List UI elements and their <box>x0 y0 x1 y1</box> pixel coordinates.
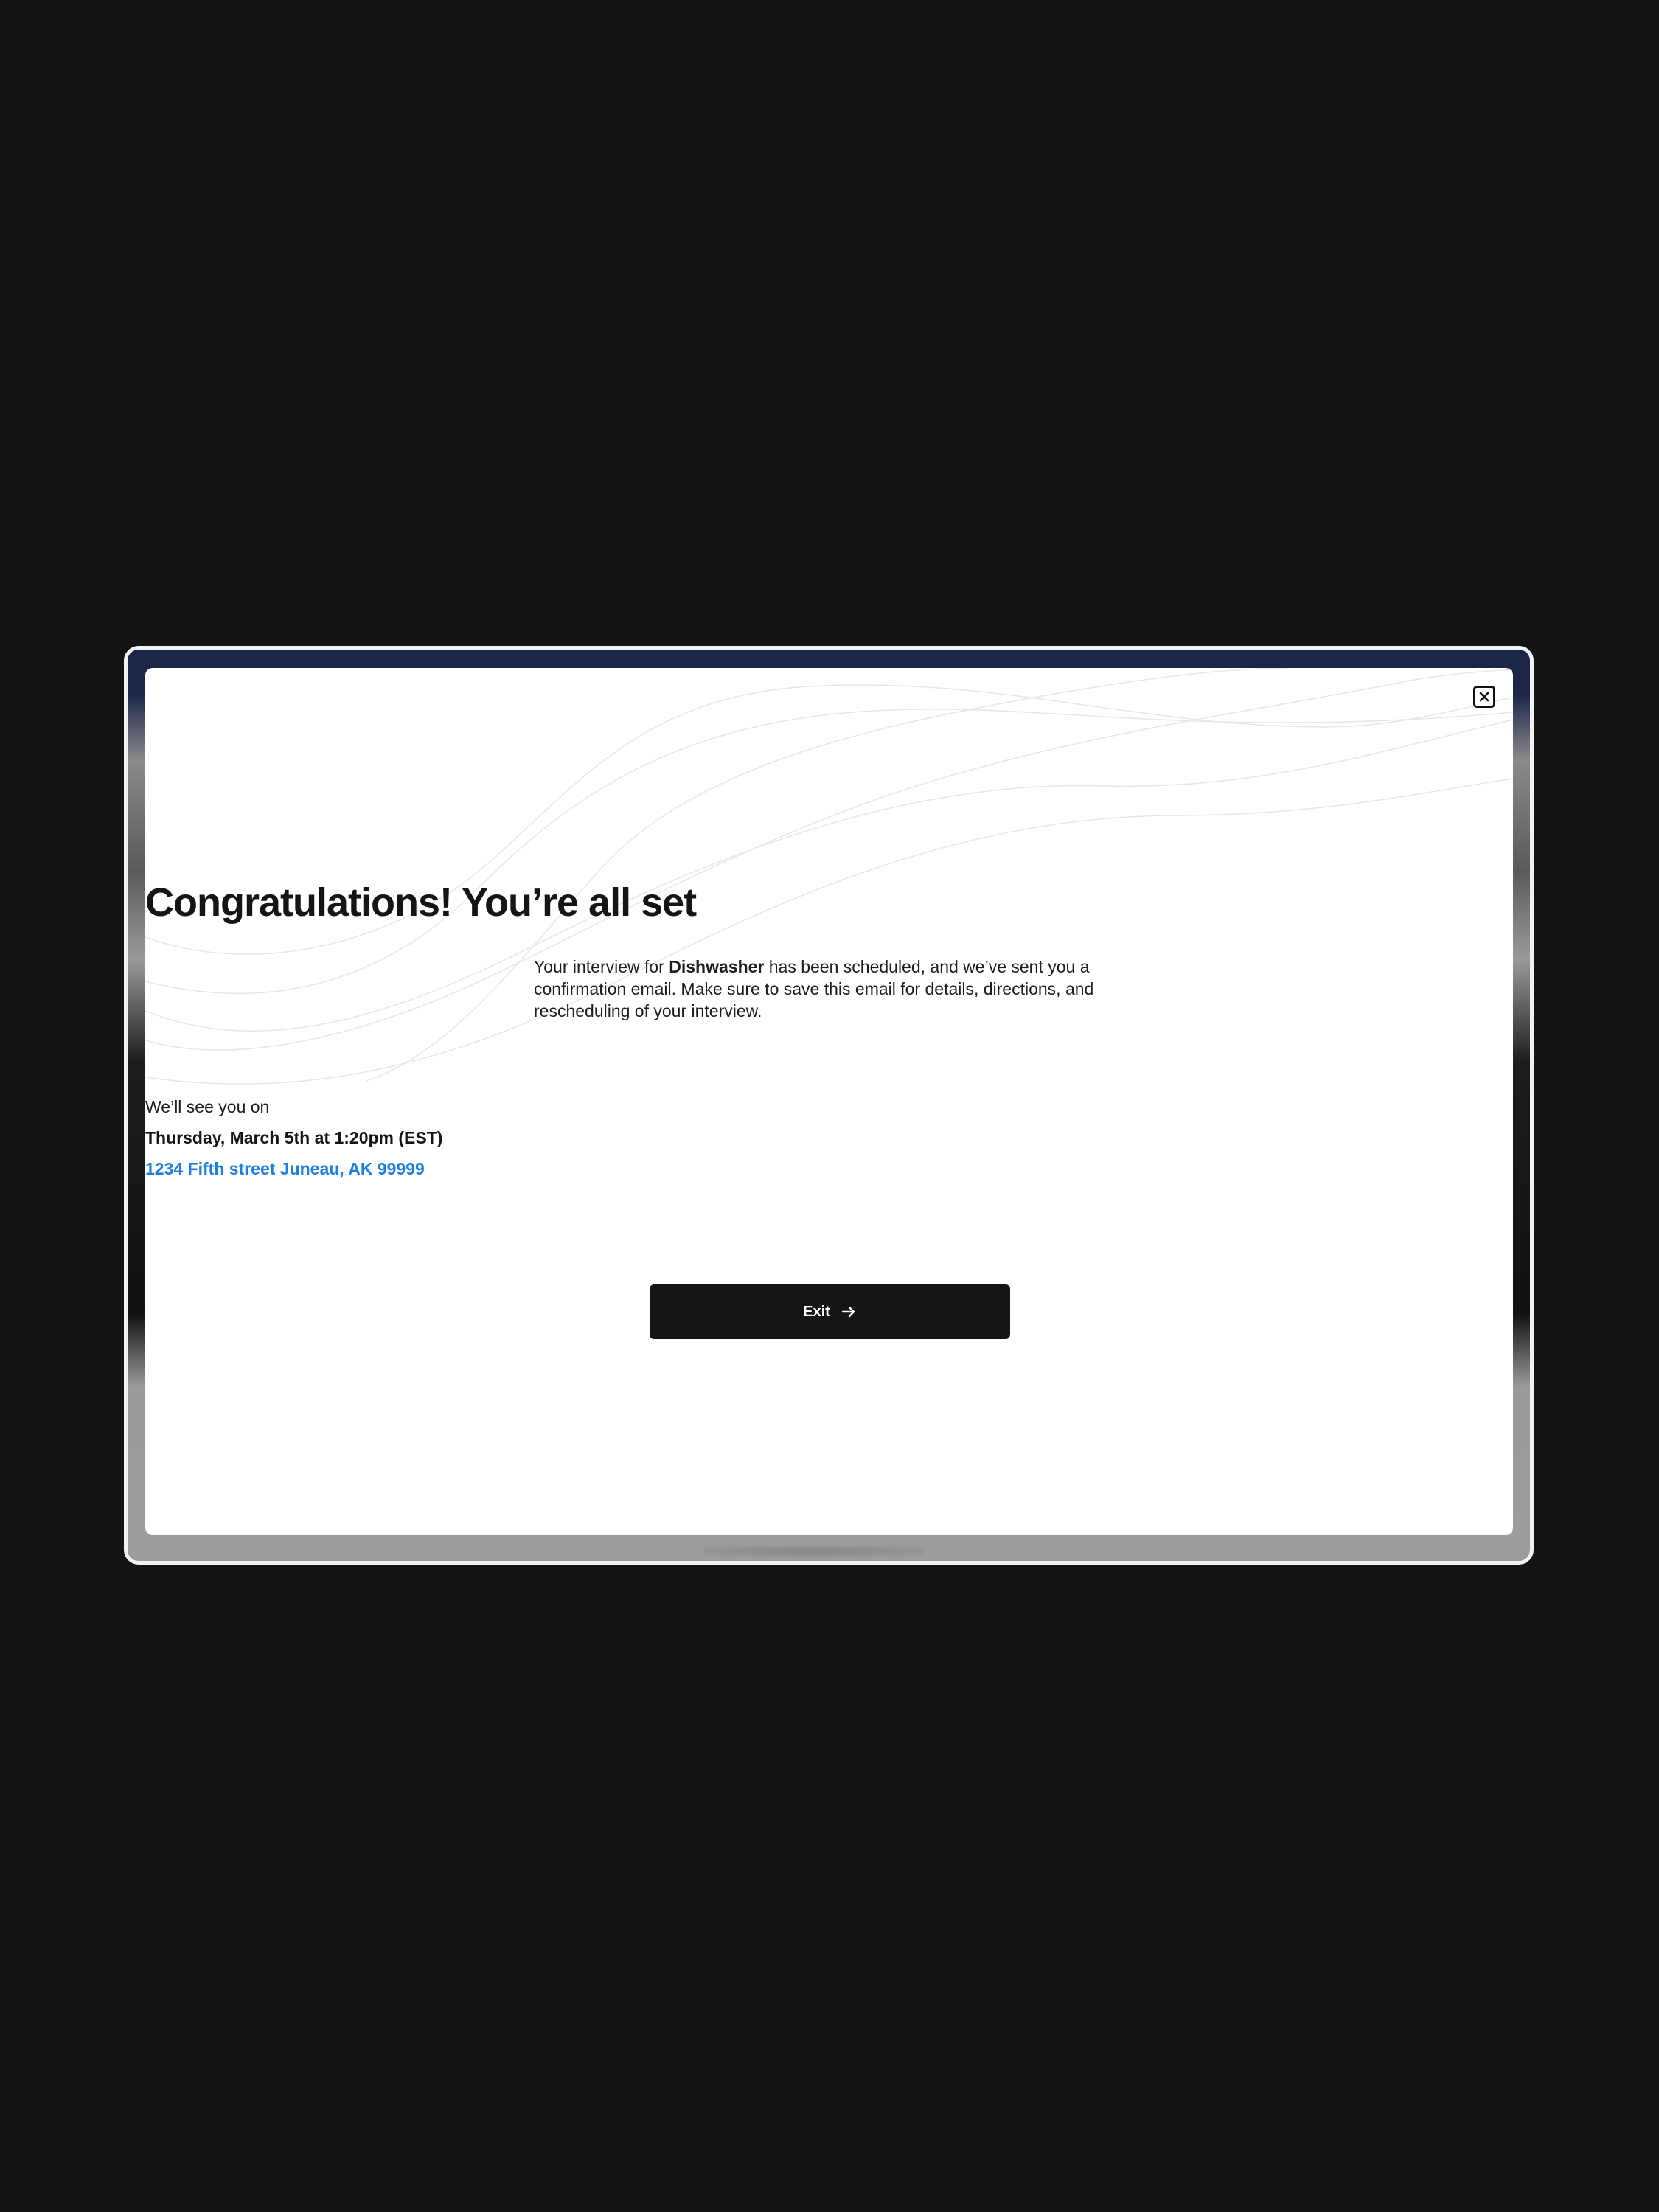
backdrop-blur-smudge <box>703 1546 924 1557</box>
close-button[interactable] <box>1473 686 1495 708</box>
modal-title: Congratulations! You’re all set <box>145 880 697 925</box>
modal-description: Your interview for Dishwasher has been s… <box>534 956 1124 1022</box>
interview-date-time: Thursday, March 5th at 1:20pm (EST) <box>145 1128 443 1147</box>
description-prefix: Your interview for <box>534 957 669 976</box>
exit-button-label: Exit <box>803 1303 830 1320</box>
close-icon <box>1479 692 1489 702</box>
job-title: Dishwasher <box>669 957 765 976</box>
interview-address-link[interactable]: 1234 Fifth street Juneau, AK 99999 <box>145 1158 1513 1180</box>
see-you-label: We’ll see you on <box>145 1097 270 1116</box>
confirmation-modal: Congratulations! You’re all set Your int… <box>145 668 1513 1535</box>
arrow-right-icon <box>841 1306 855 1318</box>
exit-button[interactable]: Exit <box>650 1284 1010 1339</box>
